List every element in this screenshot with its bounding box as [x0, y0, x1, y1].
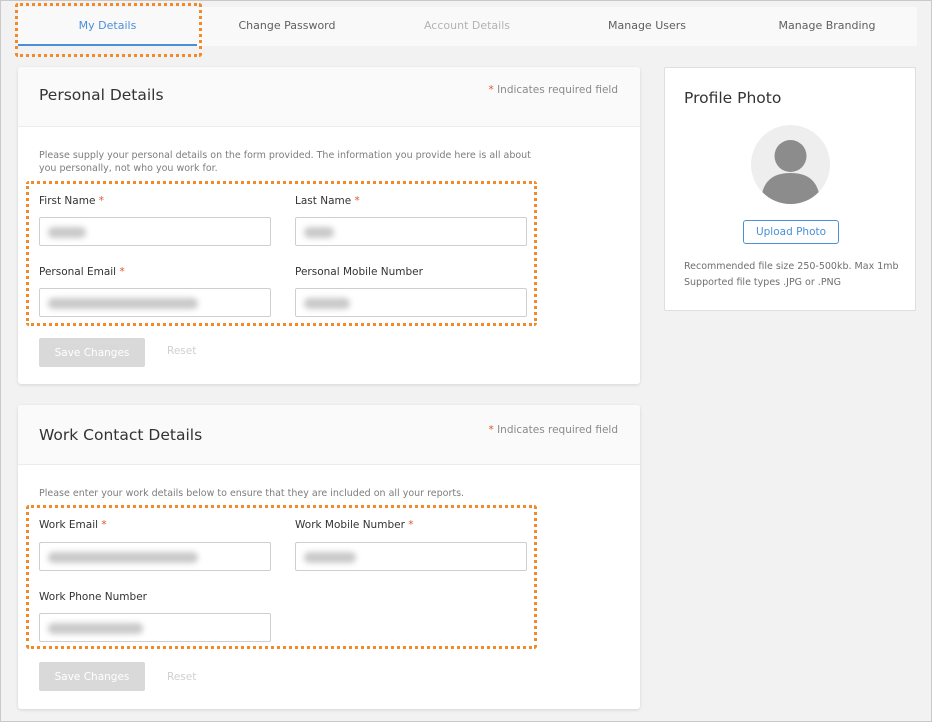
last-name-value: [304, 227, 334, 238]
work-email-label-text: Work Email: [39, 519, 99, 531]
personal-email-label: Personal Email *: [39, 266, 125, 278]
required-field-note: * Indicates required field: [488, 424, 618, 436]
required-star: *: [98, 195, 105, 207]
first-name-label: First Name *: [39, 195, 104, 207]
work-mobile-label-text: Work Mobile Number: [295, 519, 405, 531]
required-star: *: [354, 195, 360, 207]
tab-manage-branding[interactable]: Manage Branding: [737, 7, 917, 46]
avatar-silhouette: [761, 140, 820, 204]
personal-details-intro: Please supply your personal details on t…: [39, 150, 531, 174]
personal-email-field[interactable]: [39, 288, 271, 317]
tab-my-details[interactable]: My Details: [18, 7, 197, 46]
work-contact-title: Work Contact Details: [39, 426, 203, 444]
work-phone-value: [48, 623, 143, 634]
user-silhouette-icon: [751, 125, 830, 204]
personal-mobile-field[interactable]: [295, 288, 527, 317]
personal-details-card: Personal Details * Indicates required fi…: [18, 67, 640, 384]
required-star: *: [488, 84, 494, 96]
last-name-label: Last Name *: [295, 195, 360, 207]
work-reset-button[interactable]: Reset: [167, 671, 196, 683]
personal-details-header: Personal Details * Indicates required fi…: [18, 67, 640, 127]
personal-email-value: [48, 298, 198, 309]
profile-photo-title: Profile Photo: [684, 89, 782, 107]
tab-bar: My Details Change Password Account Detai…: [18, 7, 917, 46]
work-mobile-field[interactable]: [295, 542, 527, 571]
work-phone-field[interactable]: [39, 613, 271, 642]
personal-save-changes-button[interactable]: Save Changes: [39, 338, 145, 367]
work-phone-label: Work Phone Number: [39, 591, 147, 603]
required-star: *: [408, 519, 414, 531]
required-star: *: [488, 424, 494, 436]
work-mobile-value: [304, 552, 356, 563]
upload-photo-button[interactable]: Upload Photo: [743, 220, 839, 244]
tab-manage-users[interactable]: Manage Users: [557, 7, 737, 46]
tab-account-details[interactable]: Account Details: [377, 7, 557, 46]
personal-details-title: Personal Details: [39, 86, 164, 104]
photo-size-hint: Recommended file size 250-500kb. Max 1mb: [684, 261, 899, 272]
work-contact-card: Work Contact Details * Indicates require…: [18, 405, 640, 709]
required-star: *: [119, 266, 125, 278]
work-contact-header: Work Contact Details * Indicates require…: [18, 405, 640, 465]
photo-types-hint: Supported file types .JPG or .PNG: [684, 277, 842, 288]
work-contact-intro: Please enter your work details below to …: [39, 488, 465, 499]
work-email-value: [48, 552, 198, 563]
work-mobile-label: Work Mobile Number *: [295, 519, 413, 531]
required-field-note: * Indicates required field: [488, 84, 618, 96]
required-note-text: Indicates required field: [497, 84, 618, 96]
work-email-field[interactable]: [39, 542, 271, 571]
personal-mobile-value: [304, 298, 350, 309]
first-name-label-text: First Name: [39, 195, 96, 207]
personal-email-label-text: Personal Email: [39, 266, 117, 278]
last-name-label-text: Last Name: [295, 195, 352, 207]
personal-mobile-label: Personal Mobile Number: [295, 266, 423, 278]
personal-reset-button[interactable]: Reset: [167, 345, 196, 357]
required-star: *: [101, 519, 107, 531]
last-name-field[interactable]: [295, 217, 527, 246]
work-save-changes-button[interactable]: Save Changes: [39, 662, 145, 691]
first-name-value: [48, 227, 86, 238]
work-email-label: Work Email *: [39, 519, 107, 531]
tab-change-password[interactable]: Change Password: [197, 7, 377, 46]
first-name-field[interactable]: [39, 217, 271, 246]
profile-photo-card: Profile Photo Upload Photo Recommended f…: [664, 67, 916, 311]
required-note-text: Indicates required field: [497, 424, 618, 436]
